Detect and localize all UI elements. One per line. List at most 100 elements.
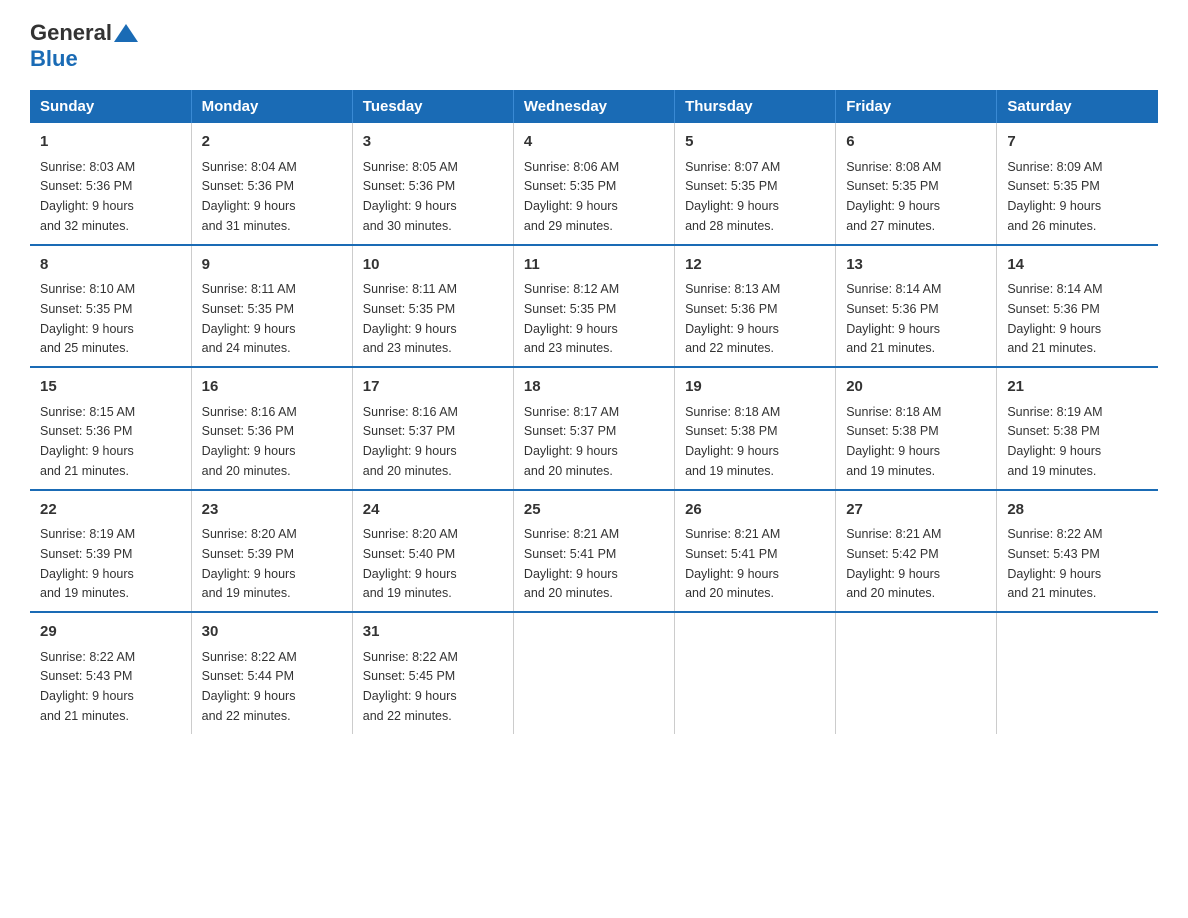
calendar-cell: 5 Sunrise: 8:07 AMSunset: 5:35 PMDaylight… xyxy=(675,123,836,245)
day-number: 17 xyxy=(363,376,503,399)
day-number: 4 xyxy=(524,131,664,154)
cell-content: Sunrise: 8:07 AMSunset: 5:35 PMDaylight:… xyxy=(685,160,780,233)
cell-content: Sunrise: 8:08 AMSunset: 5:35 PMDaylight:… xyxy=(846,160,941,233)
logo-triangle-icon xyxy=(114,24,138,42)
calendar-week-row: 29 Sunrise: 8:22 AMSunset: 5:43 PMDayligh… xyxy=(30,612,1158,734)
day-number: 7 xyxy=(1007,131,1148,154)
cell-content: Sunrise: 8:09 AMSunset: 5:35 PMDaylight:… xyxy=(1007,160,1102,233)
cell-content: Sunrise: 8:20 AMSunset: 5:39 PMDaylight:… xyxy=(202,527,297,600)
day-number: 23 xyxy=(202,499,342,522)
calendar-week-row: 22Sunrise: 8:19 AMSunset: 5:39 PMDayligh… xyxy=(30,490,1158,613)
weekday-header-wednesday: Wednesday xyxy=(513,90,674,123)
cell-content: Sunrise: 8:20 AMSunset: 5:40 PMDaylight:… xyxy=(363,527,458,600)
cell-content: Sunrise: 8:22 AMSunset: 5:43 PMDaylight:… xyxy=(40,650,135,723)
weekday-header-sunday: Sunday xyxy=(30,90,191,123)
calendar-cell: 14 Sunrise: 8:14 AMSunset: 5:36 PMDayligh… xyxy=(997,245,1158,368)
cell-content: Sunrise: 8:14 AMSunset: 5:36 PMDaylight:… xyxy=(1007,282,1102,355)
day-number: 5 xyxy=(685,131,825,154)
cell-content: Sunrise: 8:22 AMSunset: 5:43 PMDaylight:… xyxy=(1007,527,1102,600)
calendar-table: SundayMondayTuesdayWednesdayThursdayFrid… xyxy=(30,90,1158,734)
calendar-cell: 25 Sunrise: 8:21 AMSunset: 5:41 PMDayligh… xyxy=(513,490,674,613)
day-number: 9 xyxy=(202,254,342,277)
cell-content: Sunrise: 8:12 AMSunset: 5:35 PMDaylight:… xyxy=(524,282,619,355)
calendar-cell: 12 Sunrise: 8:13 AMSunset: 5:36 PMDayligh… xyxy=(675,245,836,368)
calendar-cell: 20Sunrise: 8:18 AMSunset: 5:38 PMDayligh… xyxy=(836,367,997,490)
calendar-cell: 31 Sunrise: 8:22 AMSunset: 5:45 PMDayligh… xyxy=(352,612,513,734)
calendar-cell: 11 Sunrise: 8:12 AMSunset: 5:35 PMDayligh… xyxy=(513,245,674,368)
cell-content: Sunrise: 8:18 AMSunset: 5:38 PMDaylight:… xyxy=(685,405,780,478)
day-number: 19 xyxy=(685,376,825,399)
cell-content: Sunrise: 8:19 AMSunset: 5:39 PMDaylight:… xyxy=(40,527,135,600)
calendar-cell xyxy=(836,612,997,734)
cell-content: Sunrise: 8:06 AMSunset: 5:35 PMDaylight:… xyxy=(524,160,619,233)
cell-content: Sunrise: 8:13 AMSunset: 5:36 PMDaylight:… xyxy=(685,282,780,355)
cell-content: Sunrise: 8:16 AMSunset: 5:36 PMDaylight:… xyxy=(202,405,297,478)
day-number: 6 xyxy=(846,131,986,154)
calendar-cell: 15 Sunrise: 8:15 AMSunset: 5:36 PMDayligh… xyxy=(30,367,191,490)
calendar-cell: 2 Sunrise: 8:04 AMSunset: 5:36 PMDaylight… xyxy=(191,123,352,245)
calendar-cell: 30Sunrise: 8:22 AMSunset: 5:44 PMDayligh… xyxy=(191,612,352,734)
calendar-cell: 9 Sunrise: 8:11 AMSunset: 5:35 PMDaylight… xyxy=(191,245,352,368)
calendar-cell: 4 Sunrise: 8:06 AMSunset: 5:35 PMDaylight… xyxy=(513,123,674,245)
day-number: 15 xyxy=(40,376,181,399)
logo-blue-text: Blue xyxy=(30,46,78,72)
cell-content: Sunrise: 8:11 AMSunset: 5:35 PMDaylight:… xyxy=(363,282,457,355)
page-header: General Blue xyxy=(30,20,1158,72)
weekday-header-monday: Monday xyxy=(191,90,352,123)
calendar-cell: 3 Sunrise: 8:05 AMSunset: 5:36 PMDaylight… xyxy=(352,123,513,245)
calendar-cell: 22Sunrise: 8:19 AMSunset: 5:39 PMDayligh… xyxy=(30,490,191,613)
cell-content: Sunrise: 8:10 AMSunset: 5:35 PMDaylight:… xyxy=(40,282,135,355)
day-number: 14 xyxy=(1007,254,1148,277)
day-number: 29 xyxy=(40,621,181,644)
day-number: 28 xyxy=(1007,499,1148,522)
cell-content: Sunrise: 8:03 AMSunset: 5:36 PMDaylight:… xyxy=(40,160,135,233)
day-number: 8 xyxy=(40,254,181,277)
day-number: 3 xyxy=(363,131,503,154)
day-number: 24 xyxy=(363,499,503,522)
calendar-cell: 7 Sunrise: 8:09 AMSunset: 5:35 PMDaylight… xyxy=(997,123,1158,245)
cell-content: Sunrise: 8:21 AMSunset: 5:42 PMDaylight:… xyxy=(846,527,941,600)
calendar-cell: 26 Sunrise: 8:21 AMSunset: 5:41 PMDayligh… xyxy=(675,490,836,613)
calendar-cell: 10Sunrise: 8:11 AMSunset: 5:35 PMDayligh… xyxy=(352,245,513,368)
calendar-cell: 6 Sunrise: 8:08 AMSunset: 5:35 PMDaylight… xyxy=(836,123,997,245)
calendar-cell: 16Sunrise: 8:16 AMSunset: 5:36 PMDayligh… xyxy=(191,367,352,490)
cell-content: Sunrise: 8:22 AMSunset: 5:44 PMDaylight:… xyxy=(202,650,297,723)
day-number: 1 xyxy=(40,131,181,154)
cell-content: Sunrise: 8:22 AMSunset: 5:45 PMDaylight:… xyxy=(363,650,458,723)
cell-content: Sunrise: 8:14 AMSunset: 5:36 PMDaylight:… xyxy=(846,282,941,355)
calendar-cell xyxy=(997,612,1158,734)
weekday-header-row: SundayMondayTuesdayWednesdayThursdayFrid… xyxy=(30,90,1158,123)
day-number: 31 xyxy=(363,621,503,644)
cell-content: Sunrise: 8:15 AMSunset: 5:36 PMDaylight:… xyxy=(40,405,135,478)
day-number: 20 xyxy=(846,376,986,399)
calendar-cell: 1 Sunrise: 8:03 AMSunset: 5:36 PMDaylight… xyxy=(30,123,191,245)
day-number: 26 xyxy=(685,499,825,522)
cell-content: Sunrise: 8:04 AMSunset: 5:36 PMDaylight:… xyxy=(202,160,297,233)
day-number: 12 xyxy=(685,254,825,277)
day-number: 27 xyxy=(846,499,986,522)
calendar-cell xyxy=(513,612,674,734)
day-number: 13 xyxy=(846,254,986,277)
calendar-week-row: 15 Sunrise: 8:15 AMSunset: 5:36 PMDayligh… xyxy=(30,367,1158,490)
calendar-cell: 27 Sunrise: 8:21 AMSunset: 5:42 PMDayligh… xyxy=(836,490,997,613)
calendar-week-row: 8 Sunrise: 8:10 AMSunset: 5:35 PMDaylight… xyxy=(30,245,1158,368)
calendar-cell: 8 Sunrise: 8:10 AMSunset: 5:35 PMDaylight… xyxy=(30,245,191,368)
calendar-cell xyxy=(675,612,836,734)
day-number: 11 xyxy=(524,254,664,277)
calendar-cell: 28 Sunrise: 8:22 AMSunset: 5:43 PMDayligh… xyxy=(997,490,1158,613)
cell-content: Sunrise: 8:16 AMSunset: 5:37 PMDaylight:… xyxy=(363,405,458,478)
day-number: 2 xyxy=(202,131,342,154)
calendar-cell: 18Sunrise: 8:17 AMSunset: 5:37 PMDayligh… xyxy=(513,367,674,490)
calendar-cell: 29 Sunrise: 8:22 AMSunset: 5:43 PMDayligh… xyxy=(30,612,191,734)
weekday-header-thursday: Thursday xyxy=(675,90,836,123)
logo: General Blue xyxy=(30,20,140,72)
weekday-header-tuesday: Tuesday xyxy=(352,90,513,123)
cell-content: Sunrise: 8:21 AMSunset: 5:41 PMDaylight:… xyxy=(685,527,780,600)
day-number: 25 xyxy=(524,499,664,522)
cell-content: Sunrise: 8:11 AMSunset: 5:35 PMDaylight:… xyxy=(202,282,296,355)
cell-content: Sunrise: 8:21 AMSunset: 5:41 PMDaylight:… xyxy=(524,527,619,600)
cell-content: Sunrise: 8:17 AMSunset: 5:37 PMDaylight:… xyxy=(524,405,619,478)
calendar-week-row: 1 Sunrise: 8:03 AMSunset: 5:36 PMDaylight… xyxy=(30,123,1158,245)
calendar-cell: 23 Sunrise: 8:20 AMSunset: 5:39 PMDayligh… xyxy=(191,490,352,613)
cell-content: Sunrise: 8:05 AMSunset: 5:36 PMDaylight:… xyxy=(363,160,458,233)
